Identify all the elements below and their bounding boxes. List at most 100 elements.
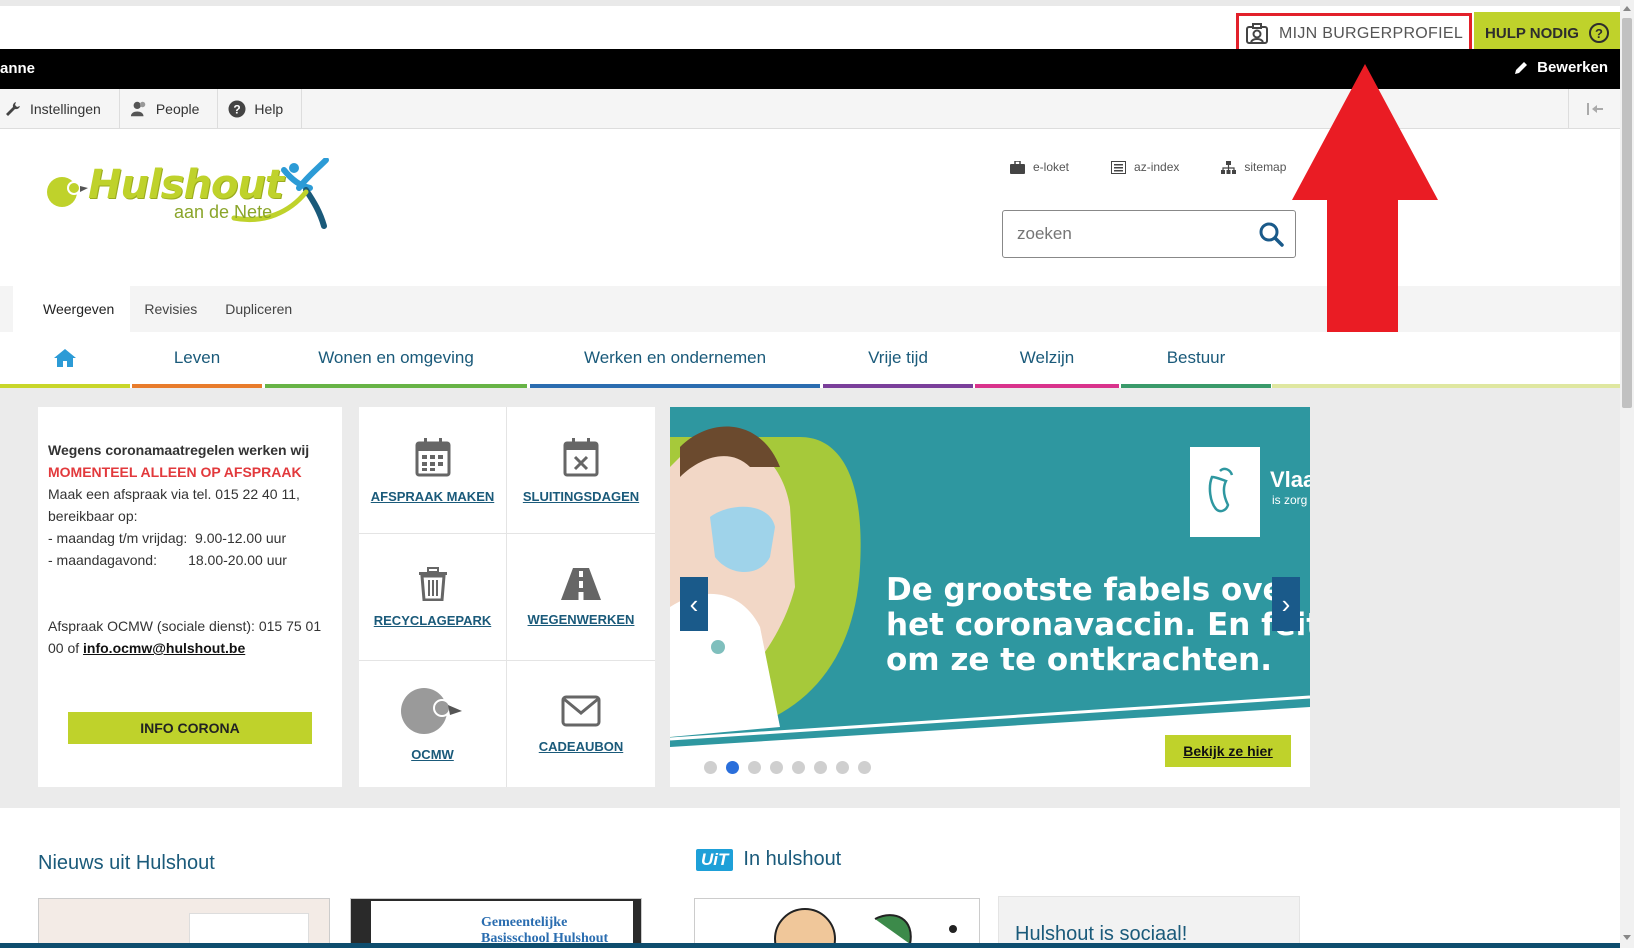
lion-icon: [1208, 467, 1234, 513]
edit-label: Bewerken: [1537, 59, 1608, 76]
carousel-dot[interactable]: [748, 761, 761, 774]
scroll-down-arrow-icon[interactable]: [1623, 935, 1631, 940]
corona-highlight: MOMENTEEL ALLEEN OP AFSPRAAK: [48, 464, 302, 480]
news-card-1[interactable]: [38, 898, 330, 948]
tile-recyclagepark[interactable]: RECYCLAGEPARK: [359, 534, 507, 661]
trash-icon: [418, 566, 447, 601]
carousel-dot[interactable]: [836, 761, 849, 774]
toolbar-item-settings[interactable]: Instellingen: [0, 89, 120, 129]
toolbar-item-help[interactable]: ? Help: [218, 89, 303, 129]
carousel-next-button[interactable]: ›: [1272, 577, 1300, 631]
admin-username[interactable]: anne: [0, 60, 35, 77]
quick-tiles: AFSPRAAK MAKEN SLUITINGSDAGEN RECYCLAGEP…: [359, 407, 655, 787]
search-box: [1002, 210, 1296, 258]
quick-link-az-index[interactable]: az-index: [1111, 160, 1179, 174]
carousel-dot[interactable]: [792, 761, 805, 774]
tile-cadeaubon[interactable]: CADEAUBON: [507, 661, 655, 787]
svg-text:?: ?: [234, 103, 241, 117]
chevron-right-icon: ›: [1281, 588, 1291, 619]
tile-label: SLUITINGSDAGEN: [522, 488, 640, 504]
nav-item-bestuur[interactable]: Bestuur: [1121, 332, 1271, 388]
profile-card-icon: [1245, 23, 1268, 44]
nav-item-wonen[interactable]: Wonen en omgeving: [265, 332, 527, 388]
search-input[interactable]: [1003, 224, 1247, 244]
uit-section-header: UiT In hulshout: [696, 848, 841, 871]
quick-links: e-loket az-index sitemap: [1010, 160, 1286, 174]
tile-ocmw[interactable]: OCMW: [359, 661, 507, 787]
tile-sluitingsdagen[interactable]: SLUITINGSDAGEN: [507, 407, 655, 534]
school-banner: Gemeentelijke Basisschool Hulshout: [371, 901, 633, 947]
annotation-arrow-icon: [1292, 64, 1438, 332]
quick-link-label: az-index: [1134, 160, 1180, 174]
cartoon-image-icon: [774, 908, 957, 947]
corona-ocmw-text: Afspraak OCMW (sociale dienst): 015 75 0…: [48, 615, 332, 659]
help-needed-button[interactable]: HULP NODIG ?: [1474, 12, 1620, 54]
nav-home[interactable]: [0, 332, 130, 388]
carousel-prev-button[interactable]: ‹: [680, 577, 708, 631]
tab-dupliceren[interactable]: Dupliceren: [211, 286, 306, 332]
nav-item-werken[interactable]: Werken en ondernemen: [530, 332, 820, 388]
quick-link-label: e-loket: [1033, 160, 1070, 174]
headline-line: het coronavaccin. En feite: [886, 607, 1310, 643]
tile-afspraak-maken[interactable]: AFSPRAAK MAKEN: [359, 407, 507, 534]
toolbar-label-settings: Instellingen: [30, 101, 101, 117]
collapse-toolbar-button[interactable]: [1568, 89, 1620, 129]
search-icon: [1259, 222, 1284, 247]
top-bar: MIJN BURGERPROFIEL HULP NODIG ?: [0, 0, 1620, 55]
tile-label: WEGENWERKEN: [527, 611, 635, 627]
slide-headline: De grootste fabels over het coronavaccin…: [886, 573, 1310, 678]
tile-label: AFSPRAAK MAKEN: [370, 488, 495, 504]
search-button[interactable]: [1247, 221, 1295, 247]
help-label: HULP NODIG: [1485, 24, 1579, 42]
headline-line: De grootste fabels over: [886, 572, 1299, 608]
carousel-dot[interactable]: [814, 761, 827, 774]
carousel-dot[interactable]: [726, 761, 739, 774]
page-scrollbar[interactable]: [1620, 0, 1634, 948]
toolbar-label-help: Help: [254, 101, 284, 117]
calendar-x-icon: [563, 437, 599, 476]
carousel-dot[interactable]: [770, 761, 783, 774]
corona-line: Maak een afspraak via tel. 015 22 40 11,: [48, 486, 300, 502]
help-icon: ?: [228, 100, 246, 118]
pencil-icon: [1515, 61, 1528, 74]
tile-wegenwerken[interactable]: WEGENWERKEN: [507, 534, 655, 661]
uit-section-title: In hulshout: [743, 848, 842, 870]
carousel-dot[interactable]: [858, 761, 871, 774]
event-card[interactable]: [694, 898, 980, 948]
headline-line: om ze te ontkrachten.: [886, 642, 1273, 678]
flag-subtext: is zorg: [1272, 493, 1308, 507]
carousel-dots: [704, 761, 871, 774]
corona-line: - maandag t/m vrijdag: 9.00-12.00 uur: [48, 530, 287, 546]
ocmw-email-link[interactable]: info.ocmw@hulshout.be: [83, 640, 245, 656]
site-logo[interactable]: Hulshout aan de Nete: [44, 157, 354, 238]
bekijk-ze-hier-button[interactable]: Bekijk ze hier: [1165, 735, 1291, 767]
toolbar-label-people: People: [155, 101, 200, 117]
bottom-strip: [0, 943, 1634, 948]
info-corona-button[interactable]: INFO CORONA: [68, 712, 312, 744]
sitemap-icon: [1221, 160, 1237, 174]
wrench-icon: [4, 100, 22, 118]
tab-revisies[interactable]: Revisies: [130, 286, 211, 332]
corona-line: - maandagavond: 18.00-20.00 uur: [48, 552, 287, 568]
quick-link-e-loket[interactable]: e-loket: [1010, 160, 1069, 174]
tile-label: RECYCLAGEPARK: [373, 612, 492, 628]
news-card-2[interactable]: Gemeentelijke Basisschool Hulshout: [350, 898, 642, 948]
nav-item-welzijn[interactable]: Welzijn: [975, 332, 1119, 388]
main-navigation: Leven Wonen en omgeving Werken en ondern…: [0, 332, 1620, 388]
briefcase-icon: [1010, 160, 1025, 174]
scroll-thumb[interactable]: [1622, 18, 1632, 408]
calendar-icon: [415, 437, 450, 476]
collapse-arrow-icon: [1586, 103, 1603, 115]
nav-item-leven[interactable]: Leven: [132, 332, 262, 388]
scroll-up-arrow-icon[interactable]: [1623, 6, 1631, 11]
flag-text: Vlaa: [1270, 467, 1310, 492]
toolbar-item-people[interactable]: People: [120, 89, 219, 129]
carousel-dot[interactable]: [704, 761, 717, 774]
people-icon: [130, 100, 148, 118]
nav-item-vrije-tijd[interactable]: Vrije tijd: [823, 332, 973, 388]
edit-button[interactable]: Bewerken: [1513, 59, 1608, 76]
list-icon: [1111, 160, 1127, 174]
tab-weergeven[interactable]: Weergeven: [13, 286, 131, 332]
quick-link-sitemap[interactable]: sitemap: [1221, 160, 1286, 174]
profile-label: MIJN BURGERPROFIEL: [1278, 25, 1464, 42]
